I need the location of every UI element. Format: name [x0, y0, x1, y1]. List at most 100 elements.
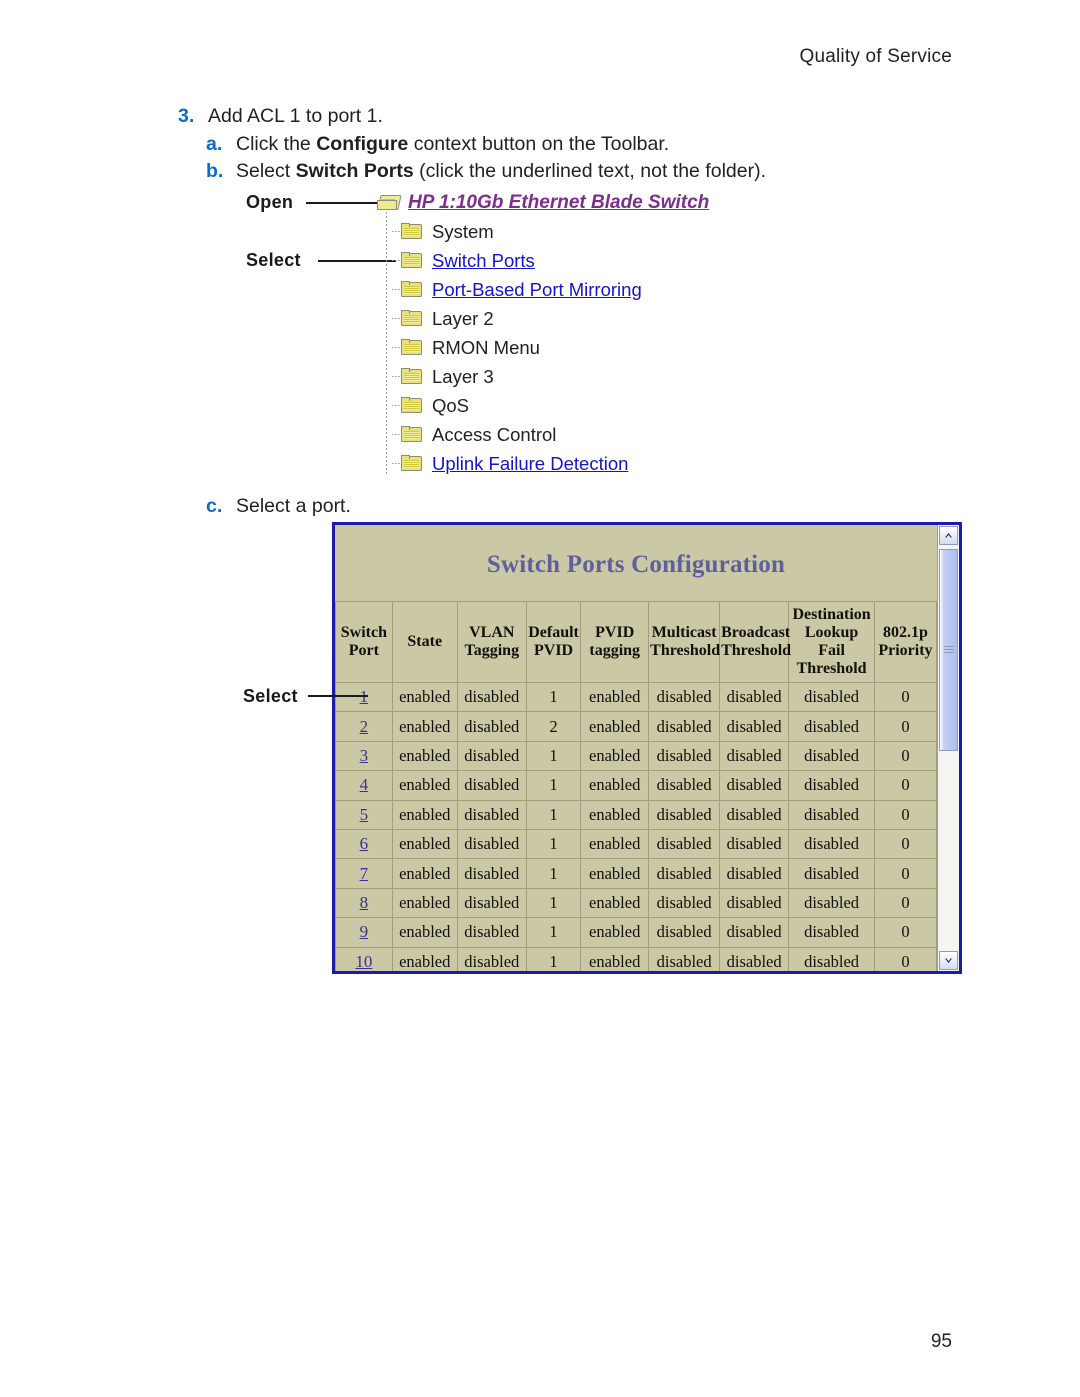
cell-vlan-tagging: disabled	[456, 858, 527, 889]
cell-switch-port[interactable]: 6	[335, 828, 393, 860]
panel-scrollbar[interactable]	[937, 525, 959, 971]
table-row: 2 enabled disabled 2 enabled disabled disabled…	[335, 711, 937, 742]
cell-switch-port[interactable]: 3	[335, 740, 393, 772]
tree-item-label: Access Control	[432, 423, 557, 445]
col-broadcast-threshold: Broadcast Threshold	[719, 601, 791, 683]
scroll-down-icon[interactable]	[939, 951, 958, 970]
tree-tick	[392, 260, 400, 261]
switch-port-link[interactable]: 2	[360, 717, 369, 736]
cell-switch-port[interactable]: 4	[335, 770, 393, 801]
tree-rows: HP 1:10Gb Ethernet Blade Switch System S…	[368, 188, 709, 478]
step-3a-pre: Click the	[236, 133, 317, 155]
col-vlan-tagging: VLAN Tagging	[456, 601, 527, 683]
tree-item-label[interactable]: Port-Based Port Mirroring	[432, 279, 642, 301]
table-row: 9 enabled disabled 1 enabled disabled disabled…	[335, 917, 937, 948]
cell-switch-port[interactable]: 9	[335, 917, 393, 948]
cell-pvid-tagging: enabled	[580, 917, 650, 948]
tree-item-system[interactable]: System	[368, 217, 709, 246]
switch-port-link[interactable]: 6	[360, 834, 369, 853]
step-3-text: Add ACL 1 to port 1.	[208, 105, 383, 127]
switch-port-link[interactable]: 9	[360, 922, 369, 941]
open-folder-icon	[377, 194, 402, 211]
folder-icon	[401, 223, 423, 240]
tree-item-label[interactable]: Switch Ports	[432, 250, 535, 272]
tree-item-layer-2[interactable]: Layer 2	[368, 304, 709, 333]
cell-vlan-tagging: disabled	[456, 740, 527, 772]
tree-tick	[392, 376, 400, 377]
tree-item-label: HP 1:10Gb Ethernet Blade Switch	[408, 191, 710, 213]
switch-port-link[interactable]: 5	[360, 805, 369, 824]
switch-port-link[interactable]: 4	[360, 775, 369, 794]
cell-8021p-priority: 0	[873, 770, 937, 801]
cell-vlan-tagging: disabled	[456, 711, 527, 742]
folder-icon	[401, 455, 423, 472]
cell-switch-port[interactable]: 2	[335, 711, 393, 742]
tree-item-layer-3[interactable]: Layer 3	[368, 362, 709, 391]
switch-port-link[interactable]: 3	[360, 746, 369, 765]
step-3c-marker: c.	[206, 495, 223, 517]
col-multicast-threshold: Multicast Threshold	[648, 601, 720, 683]
tree-item-label: Layer 2	[432, 307, 494, 329]
cell-pvid-tagging: enabled	[580, 946, 650, 971]
tree-item-access-control[interactable]: Access Control	[368, 420, 709, 449]
cell-pvid-tagging: enabled	[580, 799, 650, 830]
table-row: 5 enabled disabled 1 enabled disabled disabled…	[335, 799, 937, 830]
switch-ports-configuration-panel: Switch Ports Configuration Switch Port S…	[332, 522, 962, 974]
cell-default-pvid: 1	[525, 799, 582, 830]
cell-switch-port[interactable]: 8	[335, 887, 393, 919]
tree-item-label[interactable]: Uplink Failure Detection	[432, 453, 628, 475]
cell-pvid-tagging: enabled	[580, 828, 650, 860]
tree-tick	[392, 318, 400, 319]
cell-default-pvid: 1	[525, 917, 582, 948]
cell-default-pvid: 1	[525, 770, 582, 801]
cell-dlf-threshold: disabled	[788, 711, 875, 742]
cell-8021p-priority: 0	[873, 681, 937, 713]
cell-vlan-tagging: disabled	[456, 917, 527, 948]
scroll-up-icon[interactable]	[939, 526, 958, 545]
col-default-pvid: Default PVID	[525, 601, 582, 683]
step-3a-post: context button on the Toolbar.	[408, 133, 670, 155]
tree-item-rmon-menu[interactable]: RMON Menu	[368, 333, 709, 362]
cell-switch-port[interactable]: 10	[335, 946, 393, 971]
cell-switch-port[interactable]: 7	[335, 858, 393, 889]
tree-item-switch-ports[interactable]: Switch Ports	[368, 246, 709, 275]
tree-item-port-based-port-mirroring[interactable]: Port-Based Port Mirroring	[368, 275, 709, 304]
switch-port-link[interactable]: 7	[360, 864, 369, 883]
cell-pvid-tagging: enabled	[580, 887, 650, 919]
cell-default-pvid: 1	[525, 828, 582, 860]
cell-multicast-threshold: disabled	[648, 740, 721, 772]
cell-vlan-tagging: disabled	[456, 887, 527, 919]
scrollbar-thumb[interactable]	[939, 549, 958, 751]
cell-broadcast-threshold: disabled	[719, 946, 790, 971]
tree-item-hp-blade-switch[interactable]: HP 1:10Gb Ethernet Blade Switch	[368, 188, 709, 217]
cell-multicast-threshold: disabled	[648, 770, 721, 801]
switch-port-link[interactable]: 8	[360, 893, 369, 912]
tree-item-label: Layer 3	[432, 365, 494, 387]
panel-content: Switch Ports Configuration Switch Port S…	[335, 525, 937, 971]
cell-broadcast-threshold: disabled	[719, 858, 790, 889]
cell-switch-port[interactable]: 1	[335, 681, 393, 713]
switch-port-link[interactable]: 10	[355, 952, 372, 971]
cell-8021p-priority: 0	[873, 740, 937, 772]
cell-broadcast-threshold: disabled	[719, 770, 790, 801]
folder-icon	[401, 426, 423, 443]
tree-item-qos[interactable]: QoS	[368, 391, 709, 420]
cell-multicast-threshold: disabled	[648, 711, 721, 742]
tree-tick	[392, 463, 400, 464]
step-3-marker: 3.	[178, 105, 195, 127]
step-3c: c. Select a port.	[206, 494, 351, 518]
cell-state: enabled	[391, 711, 458, 742]
cell-8021p-priority: 0	[873, 711, 937, 742]
folder-icon	[401, 368, 423, 385]
table-row: 7 enabled disabled 1 enabled disabled disabled…	[335, 858, 937, 889]
tree-item-uplink-failure-detection[interactable]: Uplink Failure Detection	[368, 449, 709, 478]
cell-state: enabled	[391, 858, 458, 889]
cell-8021p-priority: 0	[873, 887, 937, 919]
panel-title: Switch Ports Configuration	[486, 551, 786, 578]
step-3a-text: Click the Configure context button on th…	[236, 132, 669, 156]
cell-switch-port[interactable]: 5	[335, 799, 393, 830]
cell-state: enabled	[391, 799, 458, 830]
table-row: 10 enabled disabled 1 enabled disabled disable…	[335, 946, 937, 971]
tree-item-label: RMON Menu	[432, 336, 540, 358]
page-number: 95	[930, 1331, 952, 1352]
